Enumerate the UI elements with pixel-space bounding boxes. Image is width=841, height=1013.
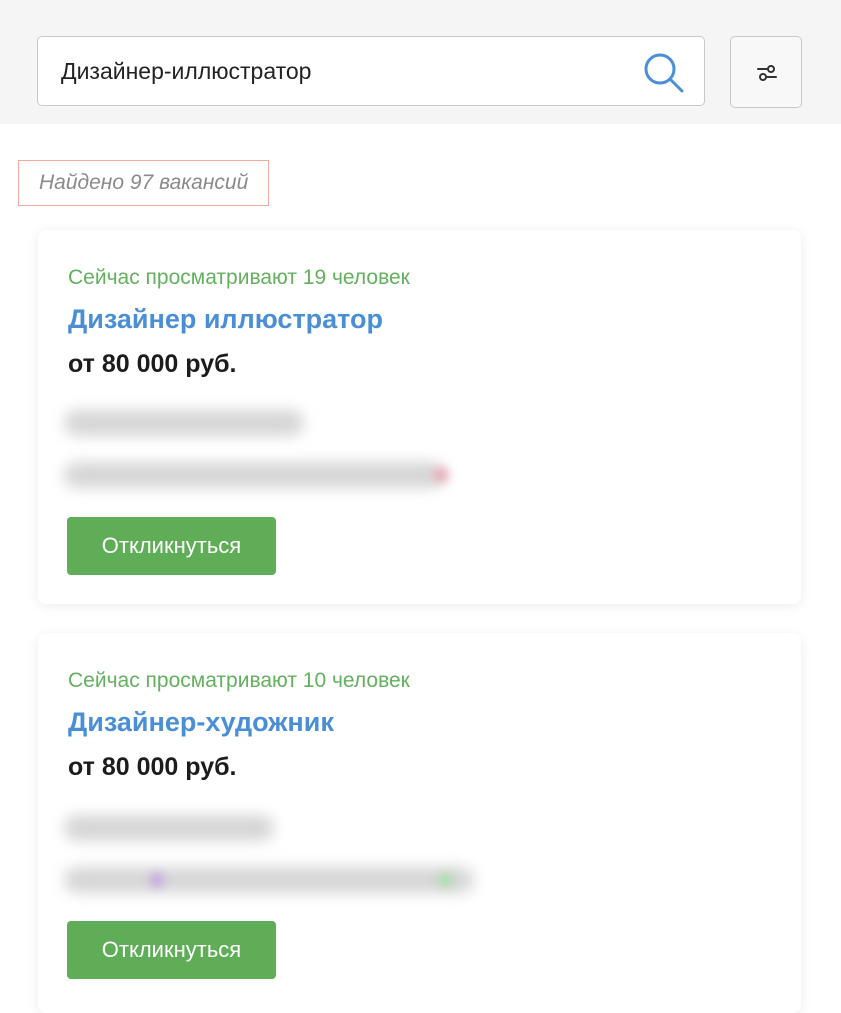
blurred-metro-dot [434, 468, 448, 482]
results-count: Найдено 97 вакансий [18, 160, 270, 206]
filter-button[interactable] [730, 36, 802, 108]
search-box [37, 36, 705, 106]
search-bar [0, 0, 841, 124]
viewers-count: Сейчас просматривают 19 человек [68, 266, 410, 289]
search-input[interactable] [38, 37, 628, 105]
apply-button[interactable]: Откликнуться [67, 921, 276, 979]
blurred-location [64, 867, 474, 893]
vacancy-card: Сейчас просматривают 19 человек Дизайнер… [38, 230, 801, 604]
sliders-icon [756, 62, 778, 84]
salary: от 80 000 руб. [68, 753, 237, 781]
job-title-link[interactable]: Дизайнер-художник [68, 707, 334, 738]
salary: от 80 000 руб. [68, 350, 237, 378]
viewers-count: Сейчас просматривают 10 человек [68, 669, 410, 692]
blurred-metro-dot [150, 873, 164, 887]
job-title-link[interactable]: Дизайнер иллюстратор [68, 304, 383, 335]
vacancy-card: Сейчас просматривают 10 человек Дизайнер… [38, 633, 801, 1013]
blurred-location [64, 462, 444, 488]
blurred-company [64, 815, 274, 841]
blurred-metro-dot [438, 873, 452, 887]
apply-button[interactable]: Откликнуться [67, 517, 276, 575]
search-icon[interactable] [642, 51, 686, 95]
blurred-company [64, 410, 304, 436]
